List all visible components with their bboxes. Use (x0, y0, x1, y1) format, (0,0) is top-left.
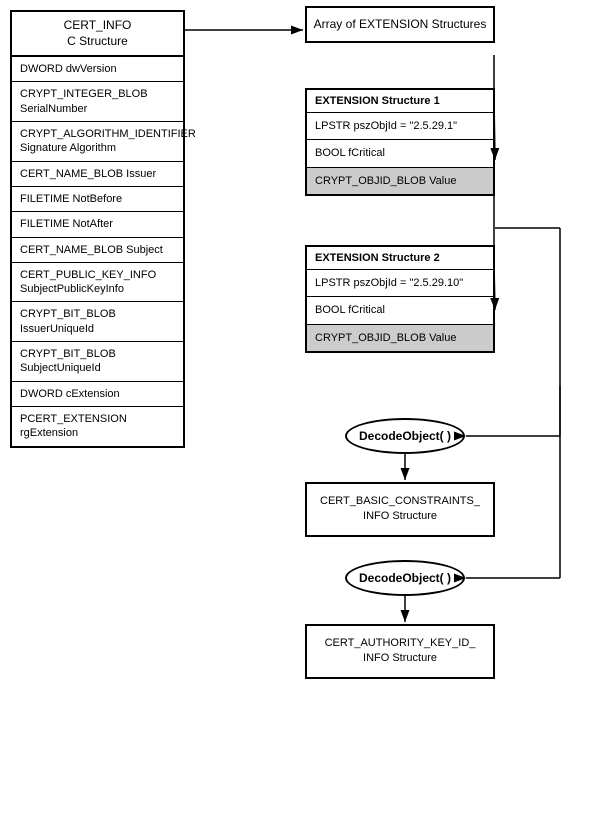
cert-info-rows: DWORD dwVersion CRYPT_INTEGER_BLOB Seria… (12, 57, 183, 445)
cert-authority-key-box: CERT_AUTHORITY_KEY_ID_ INFO Structure (305, 624, 495, 679)
cert-auth-label: CERT_AUTHORITY_KEY_ID_ INFO Structure (325, 637, 476, 664)
ext2-row1: LPSTR pszObjId = "2.5.29.10" (307, 270, 493, 297)
list-item: CRYPT_INTEGER_BLOB SerialNumber (12, 82, 183, 122)
cert-basic-constraints-box: CERT_BASIC_CONSTRAINTS_ INFO Structure (305, 482, 495, 537)
list-item: CERT_NAME_BLOB Subject (12, 238, 183, 263)
extension-array-title: Array of EXTENSION Structures (314, 17, 487, 31)
list-item: FILETIME NotAfter (12, 212, 183, 237)
decode-object-1: DecodeObject( ) (345, 418, 465, 454)
ext1-row2: BOOL fCritical (307, 140, 493, 167)
cert-info-box: CERT_INFO C Structure DWORD dwVersion CR… (10, 10, 185, 448)
ext1-row1: LPSTR pszObjId = "2.5.29.1" (307, 113, 493, 140)
ext2-header: EXTENSION Structure 2 (307, 247, 493, 270)
ext1-header: EXTENSION Structure 1 (307, 90, 493, 113)
list-item: FILETIME NotBefore (12, 187, 183, 212)
decode1-label: DecodeObject( ) (359, 429, 451, 443)
cert-info-title-line1: CERT_INFO (64, 18, 132, 32)
list-item: CERT_NAME_BLOB Issuer (12, 162, 183, 187)
ext1-row3: CRYPT_OBJID_BLOB Value (307, 168, 493, 194)
cert-info-title-line2: C Structure (67, 34, 128, 48)
list-item: CRYPT_ALGORITHM_IDENTIFIER Signature Alg… (12, 122, 183, 162)
list-item: PCERT_EXTENSION rgExtension (12, 407, 183, 446)
extension-structure-2-box: EXTENSION Structure 2 LPSTR pszObjId = "… (305, 245, 495, 353)
list-item: DWORD cExtension (12, 382, 183, 407)
cert-basic-label: CERT_BASIC_CONSTRAINTS_ INFO Structure (320, 495, 480, 522)
list-item: CRYPT_BIT_BLOB IssuerUniqueId (12, 302, 183, 342)
diagram-container: CERT_INFO C Structure DWORD dwVersion CR… (0, 0, 615, 817)
ext2-row2: BOOL fCritical (307, 297, 493, 324)
list-item: CRYPT_BIT_BLOB SubjectUniqueId (12, 342, 183, 382)
extension-array-box: Array of EXTENSION Structures (305, 6, 495, 43)
list-item: DWORD dwVersion (12, 57, 183, 82)
cert-info-header: CERT_INFO C Structure (12, 12, 183, 57)
extension-structure-1-box: EXTENSION Structure 1 LPSTR pszObjId = "… (305, 88, 495, 196)
ext2-row3: CRYPT_OBJID_BLOB Value (307, 325, 493, 351)
decode2-label: DecodeObject( ) (359, 571, 451, 585)
list-item: CERT_PUBLIC_KEY_INFO SubjectPublicKeyInf… (12, 263, 183, 303)
decode-object-2: DecodeObject( ) (345, 560, 465, 596)
